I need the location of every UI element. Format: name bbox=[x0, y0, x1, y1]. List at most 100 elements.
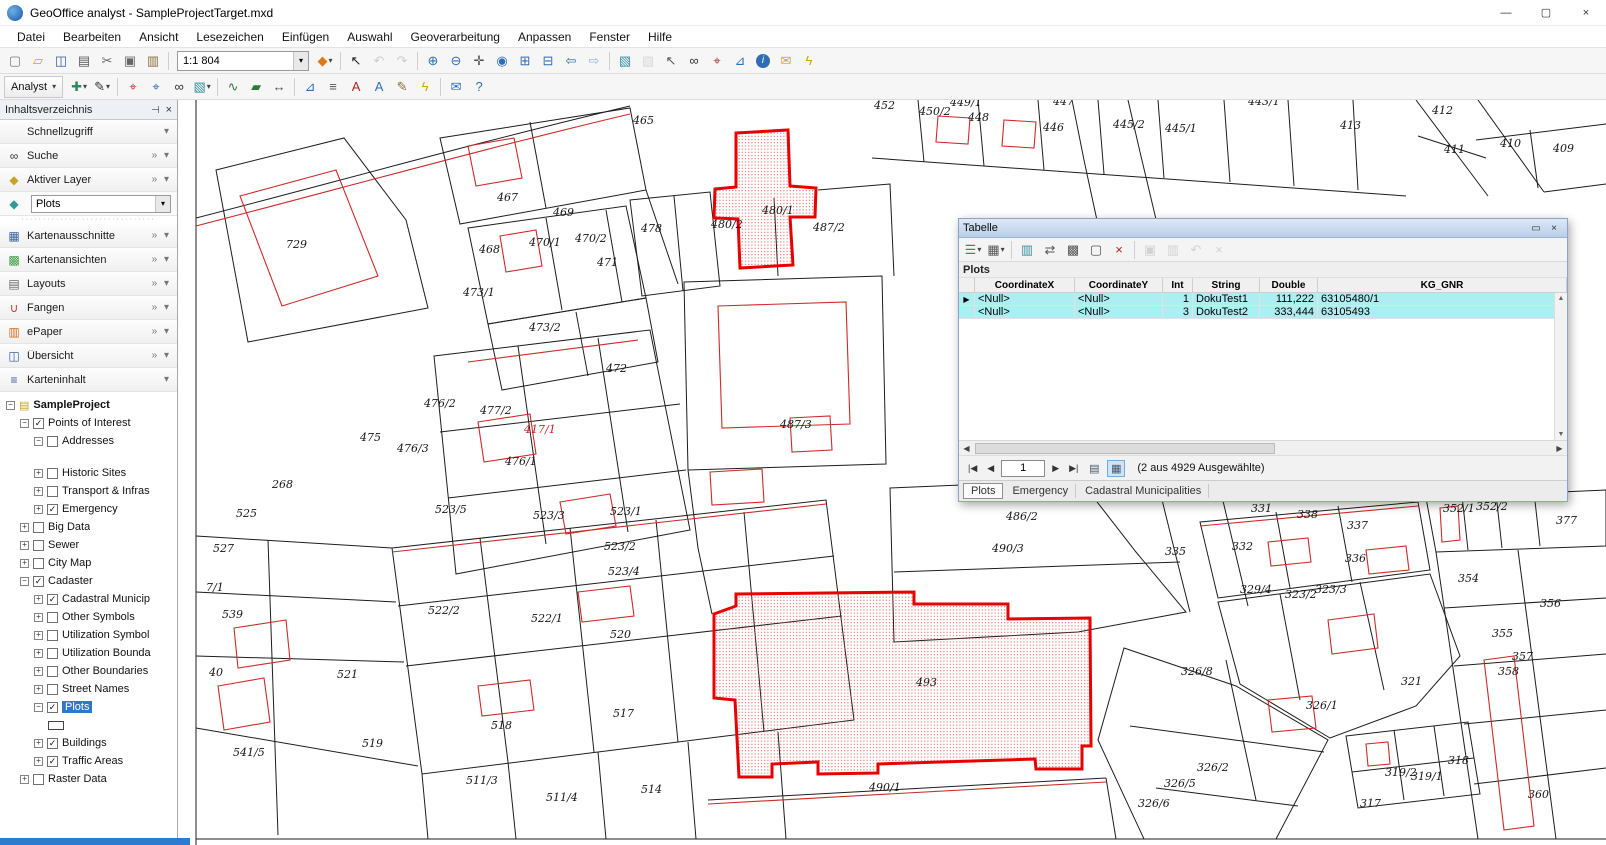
editor-icon[interactable]: ✎▾ bbox=[91, 76, 113, 98]
layer-points-of-interest[interactable]: Points of Interest bbox=[48, 417, 131, 429]
new-document-icon[interactable]: ▢ bbox=[4, 50, 26, 72]
select-arrow-icon[interactable]: ↖ bbox=[345, 50, 367, 72]
layer-checkbox[interactable]: ✓ bbox=[47, 594, 58, 605]
table-close-button[interactable]: × bbox=[1545, 223, 1563, 234]
select-tool-icon[interactable]: ▧▾ bbox=[191, 76, 213, 98]
expander-icon[interactable]: + bbox=[34, 757, 43, 766]
tab-cadastral-municipalities[interactable]: Cadastral Municipalities bbox=[1078, 484, 1209, 498]
expander-icon[interactable]: + bbox=[34, 685, 43, 694]
layer-other-symbols[interactable]: Other Symbols bbox=[62, 611, 135, 623]
layer-checkbox[interactable]: ✓ bbox=[47, 504, 58, 515]
flash-icon[interactable]: ϟ bbox=[414, 76, 436, 98]
layer-checkbox[interactable] bbox=[33, 540, 44, 551]
close-button[interactable]: × bbox=[1566, 0, 1606, 25]
expander-icon[interactable]: + bbox=[34, 595, 43, 604]
layer-checkbox[interactable]: ✓ bbox=[47, 702, 58, 713]
help-icon[interactable]: ? bbox=[468, 76, 490, 98]
panel-kartenansichten[interactable]: ▩Kartenansichten» ▾ bbox=[0, 248, 177, 272]
select-all-icon[interactable]: ▩ bbox=[1062, 239, 1084, 261]
layer-checkbox[interactable] bbox=[47, 436, 58, 447]
table-row[interactable]: <Null><Null>3DokuTest2333,44463105493 bbox=[959, 306, 1567, 319]
html-popup-icon[interactable]: ✉ bbox=[775, 50, 797, 72]
layer-checkbox[interactable]: ✓ bbox=[47, 738, 58, 749]
chevron-down-icon[interactable]: ▾ bbox=[155, 196, 170, 212]
column-row-marker[interactable] bbox=[959, 278, 975, 293]
select-features-icon[interactable]: ▧ bbox=[614, 50, 636, 72]
row-marker[interactable]: ▶ bbox=[959, 293, 975, 306]
column-string[interactable]: String bbox=[1193, 278, 1260, 293]
identify-icon[interactable]: i bbox=[752, 50, 774, 72]
scrollbar-thumb[interactable] bbox=[975, 443, 1275, 454]
table-window-titlebar[interactable]: Tabelle ▭ × bbox=[959, 219, 1567, 238]
expander-icon[interactable]: − bbox=[6, 401, 15, 410]
snapping-icon[interactable]: ⌖ bbox=[122, 76, 144, 98]
sketch-polygon-icon[interactable]: ▰ bbox=[245, 76, 267, 98]
scale-bar-icon[interactable]: ≡ bbox=[322, 76, 344, 98]
menu-fenster[interactable]: Fenster bbox=[580, 28, 639, 46]
layer-transport-infras[interactable]: Transport & Infras bbox=[62, 485, 150, 497]
layer-cadaster[interactable]: Cadaster bbox=[48, 575, 93, 587]
measure-icon[interactable]: ⊿ bbox=[729, 50, 751, 72]
layer-utilization-symbol[interactable]: Utilization Symbol bbox=[62, 629, 149, 641]
horizontal-scrollbar[interactable]: ◀ ▶ bbox=[959, 440, 1567, 455]
expander-icon[interactable]: + bbox=[34, 469, 43, 478]
layer-cadastral-municip[interactable]: Cadastral Municip bbox=[62, 593, 150, 605]
expander-icon[interactable]: + bbox=[20, 775, 29, 784]
add-data-icon[interactable]: ✚▾ bbox=[68, 76, 90, 98]
menu-datei[interactable]: Datei bbox=[8, 28, 54, 46]
layer-raster-data[interactable]: Raster Data bbox=[48, 773, 107, 785]
first-record-button[interactable]: |◀ bbox=[965, 461, 980, 476]
panel-karteninhalt[interactable]: ≡Karteninhalt▾ bbox=[0, 368, 177, 392]
last-record-button[interactable]: ▶| bbox=[1066, 461, 1081, 476]
switch-selection-icon[interactable]: ⇄ bbox=[1039, 239, 1061, 261]
zoom-in-icon[interactable]: ⊕ bbox=[422, 50, 444, 72]
menu-anpassen[interactable]: Anpassen bbox=[509, 28, 580, 46]
layer-street-names[interactable]: Street Names bbox=[62, 683, 129, 695]
layer-big-data[interactable]: Big Data bbox=[48, 521, 90, 533]
back-extent-icon[interactable]: ⇦ bbox=[560, 50, 582, 72]
forward-extent-icon[interactable]: ⇨ bbox=[583, 50, 605, 72]
layer-plots[interactable]: Plots bbox=[62, 701, 92, 713]
layer-other-boundaries[interactable]: Other Boundaries bbox=[62, 665, 148, 677]
tab-plots[interactable]: Plots bbox=[963, 483, 1003, 499]
select-elements-icon[interactable]: ↖ bbox=[660, 50, 682, 72]
layer-city-map[interactable]: City Map bbox=[48, 557, 91, 569]
expander-icon[interactable]: + bbox=[20, 541, 29, 550]
layer-checkbox[interactable] bbox=[33, 774, 44, 785]
label-red-icon[interactable]: A bbox=[345, 76, 367, 98]
save-icon[interactable]: ◫ bbox=[50, 50, 72, 72]
panel-epaper[interactable]: ▥ePaper» ▾ bbox=[0, 320, 177, 344]
analyst-menu-button[interactable]: Analyst ▾ bbox=[4, 76, 63, 98]
menu-einfügen[interactable]: Einfügen bbox=[273, 28, 338, 46]
column-double[interactable]: Double bbox=[1260, 278, 1318, 293]
expander-icon[interactable]: + bbox=[34, 631, 43, 640]
toc-close-icon[interactable]: × bbox=[166, 104, 172, 116]
hyperlink-icon[interactable]: ϟ bbox=[798, 50, 820, 72]
panel-aktiver-layer[interactable]: ◆Aktiver Layer» ▾ bbox=[0, 168, 177, 192]
vertical-scrollbar[interactable]: ▲▼ bbox=[1554, 293, 1567, 440]
column-coordinatex[interactable]: CoordinateX bbox=[975, 278, 1075, 293]
delete-selected-icon[interactable]: × bbox=[1108, 239, 1130, 261]
minimize-button[interactable]: — bbox=[1486, 0, 1526, 25]
layer-checkbox[interactable] bbox=[47, 486, 58, 497]
annotation-icon[interactable]: ✎ bbox=[391, 76, 413, 98]
full-extent-icon[interactable]: ◉ bbox=[491, 50, 513, 72]
active-layer-value[interactable]: Plots▾ bbox=[31, 195, 171, 213]
pan-icon[interactable]: ✛ bbox=[468, 50, 490, 72]
zoom-out-icon[interactable]: ⊖ bbox=[445, 50, 467, 72]
layer-checkbox[interactable]: ✓ bbox=[33, 418, 44, 429]
dimension-icon[interactable]: ↔ bbox=[268, 76, 290, 98]
show-selected-records-button[interactable]: ▦ bbox=[1107, 460, 1125, 477]
find-icon[interactable]: ∞ bbox=[683, 50, 705, 72]
prev-record-button[interactable]: ◀ bbox=[984, 461, 997, 476]
layer-sewer[interactable]: Sewer bbox=[48, 539, 79, 551]
expander-icon[interactable]: − bbox=[34, 703, 43, 712]
measure-line-icon[interactable]: ⊿ bbox=[299, 76, 321, 98]
menu-ansicht[interactable]: Ansicht bbox=[130, 28, 187, 46]
style-tool-icon[interactable]: ◆▾ bbox=[314, 50, 336, 72]
expander-icon[interactable]: + bbox=[34, 667, 43, 676]
fixed-zoom-out-icon[interactable]: ⊟ bbox=[537, 50, 559, 72]
expander-icon[interactable]: + bbox=[34, 487, 43, 496]
related-tables-icon[interactable]: ▦▾ bbox=[985, 239, 1007, 261]
tab-emergency[interactable]: Emergency bbox=[1005, 484, 1076, 498]
